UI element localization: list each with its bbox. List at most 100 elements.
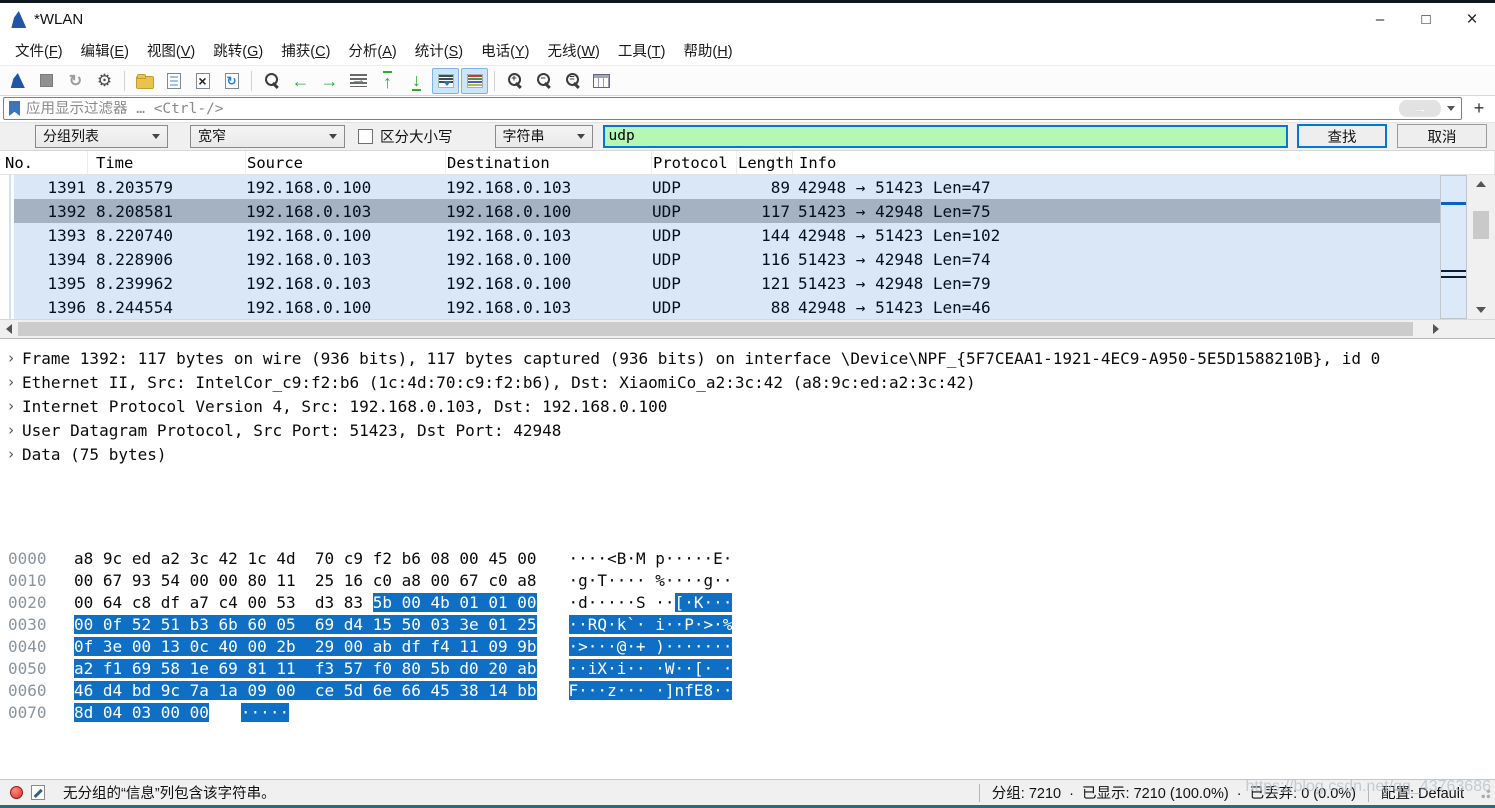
column-header-no[interactable]: No. (0, 151, 88, 174)
hex-row[interactable]: 0000a8 9c ed a2 3c 42 1c 4d 70 c9 f2 b6 … (0, 547, 1495, 569)
zoom-reset-button[interactable]: = (559, 68, 586, 94)
expander-chevron-icon[interactable]: › (0, 445, 22, 463)
maximize-button[interactable]: □ (1403, 3, 1449, 36)
go-forward-button[interactable]: → (316, 68, 343, 94)
horizontal-scroll-track[interactable] (18, 320, 1427, 338)
detail-line[interactable]: ›User Datagram Protocol, Src Port: 51423… (0, 418, 1495, 442)
packet-list-horizontal-scrollbar[interactable] (0, 319, 1495, 339)
close-button[interactable]: × (1449, 3, 1495, 36)
packet-row[interactable]: 13928.208581192.168.0.103192.168.0.100UD… (0, 199, 1440, 223)
go-to-bottom-button[interactable]: ↓ (403, 68, 430, 94)
hex-row[interactable]: 006046 d4 bd 9c 7a 1a 09 00 ce 5d 6e 66 … (0, 679, 1495, 701)
menu-item-g[interactable]: 跳转(G) (204, 36, 272, 65)
packet-row[interactable]: 13918.203579192.168.0.100192.168.0.103UD… (0, 175, 1440, 199)
case-sensitive-checkbox[interactable] (358, 129, 373, 144)
menu-item-t[interactable]: 工具(T) (609, 36, 675, 65)
hex-row[interactable]: 00708d 04 03 00 00····· (0, 701, 1495, 723)
column-header-source[interactable]: Source (246, 151, 446, 174)
ascii-char: f (684, 681, 694, 700)
menu-item-a[interactable]: 分析(A) (339, 36, 405, 65)
window-title: *WLAN (34, 11, 83, 28)
menu-item-f[interactable]: 文件(F) (6, 36, 72, 65)
menu-item-v[interactable]: 视图(V) (138, 36, 204, 65)
vertical-scroll-track[interactable] (1467, 193, 1495, 301)
display-filter-input[interactable] (26, 101, 1399, 117)
capture-options-button[interactable]: ⚙ (91, 68, 118, 94)
packet-row[interactable]: 13938.220740192.168.0.100192.168.0.103UD… (0, 223, 1440, 247)
zoom-out-button[interactable]: − (530, 68, 557, 94)
save-file-button[interactable] (160, 68, 187, 94)
open-file-button[interactable] (131, 68, 158, 94)
find-type-select[interactable]: 字符串 (495, 125, 593, 148)
column-header-protocol[interactable]: Protocol (652, 151, 737, 174)
go-back-button[interactable]: ← (287, 68, 314, 94)
scroll-right-button[interactable] (1427, 320, 1445, 338)
resize-columns-button[interactable] (588, 68, 615, 94)
reload-file-button[interactable] (218, 68, 245, 94)
column-header-info[interactable]: Info (793, 151, 1495, 174)
expander-chevron-icon[interactable]: › (0, 373, 22, 391)
detail-line[interactable]: ›Data (75 bytes) (0, 442, 1495, 466)
find-scope-select[interactable]: 分组列表 (35, 125, 168, 148)
packet-row[interactable]: 13958.239962192.168.0.103192.168.0.100UD… (0, 271, 1440, 295)
hex-row[interactable]: 00400f 3e 00 13 0c 40 00 2b 29 00 ab df … (0, 635, 1495, 657)
menu-item-w[interactable]: 无线(W) (538, 36, 608, 65)
packet-minimap[interactable] (1440, 175, 1467, 319)
packet-row[interactable]: 13968.244554192.168.0.100192.168.0.103UD… (0, 295, 1440, 319)
go-to-top-button[interactable]: ↑ (374, 68, 401, 94)
scroll-left-button[interactable] (0, 320, 18, 338)
hex-row[interactable]: 002000 64 c8 df a7 c4 00 53 d3 83 5b 00 … (0, 591, 1495, 613)
menu-item-e[interactable]: 编辑(E) (72, 36, 138, 65)
find-packet-button[interactable] (258, 68, 285, 94)
menu-item-c[interactable]: 捕获(C) (272, 36, 339, 65)
hex-row[interactable]: 001000 67 93 54 00 00 80 11 25 16 c0 a8 … (0, 569, 1495, 591)
packet-row[interactable]: 13948.228906192.168.0.103192.168.0.100UD… (0, 247, 1440, 271)
zoom-in-icon: + (506, 72, 524, 90)
auto-scroll-button[interactable] (432, 68, 459, 94)
filter-history-caret-icon[interactable] (1447, 106, 1455, 111)
hex-byte: 3e (103, 637, 132, 656)
column-header-destination[interactable]: Destination (446, 151, 652, 174)
find-button[interactable]: 查找 (1297, 124, 1387, 148)
scroll-down-button[interactable] (1467, 301, 1495, 319)
stop-capture-button[interactable] (33, 68, 60, 94)
go-to-packet-button[interactable] (345, 68, 372, 94)
hex-row[interactable]: 0050a2 f1 69 58 1e 69 81 11 f3 57 f0 80 … (0, 657, 1495, 679)
apply-filter-button[interactable]: → (1399, 100, 1441, 117)
expert-info-icon[interactable] (10, 786, 23, 799)
magnifier-sign: + (510, 74, 519, 83)
expander-chevron-icon[interactable]: › (0, 397, 22, 415)
column-header-length[interactable]: Length (737, 151, 793, 174)
restart-capture-button[interactable]: ↻ (62, 68, 89, 94)
profile-label[interactable]: 配置: Default (1368, 784, 1476, 802)
capture-comment-icon[interactable] (31, 785, 45, 800)
filter-bookmark-icon[interactable] (9, 101, 20, 116)
menu-item-y[interactable]: 电话(Y) (472, 36, 538, 65)
hex-byte: 09 (247, 681, 276, 700)
vertical-scroll-thumb[interactable] (1473, 211, 1489, 239)
menu-item-h[interactable]: 帮助(H) (674, 36, 741, 65)
find-input[interactable] (603, 125, 1289, 148)
zoom-in-button[interactable]: + (501, 68, 528, 94)
horizontal-scroll-thumb[interactable] (18, 322, 1413, 336)
menu-item-s[interactable]: 统计(S) (406, 36, 472, 65)
detail-line[interactable]: ›Internet Protocol Version 4, Src: 192.1… (0, 394, 1495, 418)
expander-chevron-icon[interactable]: › (0, 421, 22, 439)
detail-line[interactable]: ›Ethernet II, Src: IntelCor_c9:f2:b6 (1c… (0, 370, 1495, 394)
case-sensitive-option[interactable]: 区分大小写 (358, 126, 453, 147)
detail-line[interactable]: ›Frame 1392: 117 bytes on wire (936 bits… (0, 346, 1495, 370)
minimize-button[interactable]: – (1357, 3, 1403, 36)
colorize-packets-button[interactable] (461, 68, 488, 94)
column-header-time[interactable]: Time (88, 151, 246, 174)
close-file-button[interactable] (189, 68, 216, 94)
hex-row[interactable]: 003000 0f 52 51 b3 6b 60 05 69 d4 15 50 … (0, 613, 1495, 635)
add-filter-button[interactable]: + (1466, 97, 1492, 120)
scroll-up-button[interactable] (1467, 175, 1495, 193)
resize-grip[interactable] (1478, 786, 1491, 799)
expander-chevron-icon[interactable]: › (0, 349, 22, 367)
ascii-char: · (597, 681, 607, 700)
find-charset-select[interactable]: 宽窄 (190, 125, 345, 148)
cancel-button[interactable]: 取消 (1397, 124, 1487, 148)
start-capture-button[interactable] (4, 68, 31, 94)
packet-list-vertical-scrollbar[interactable] (1467, 175, 1495, 319)
